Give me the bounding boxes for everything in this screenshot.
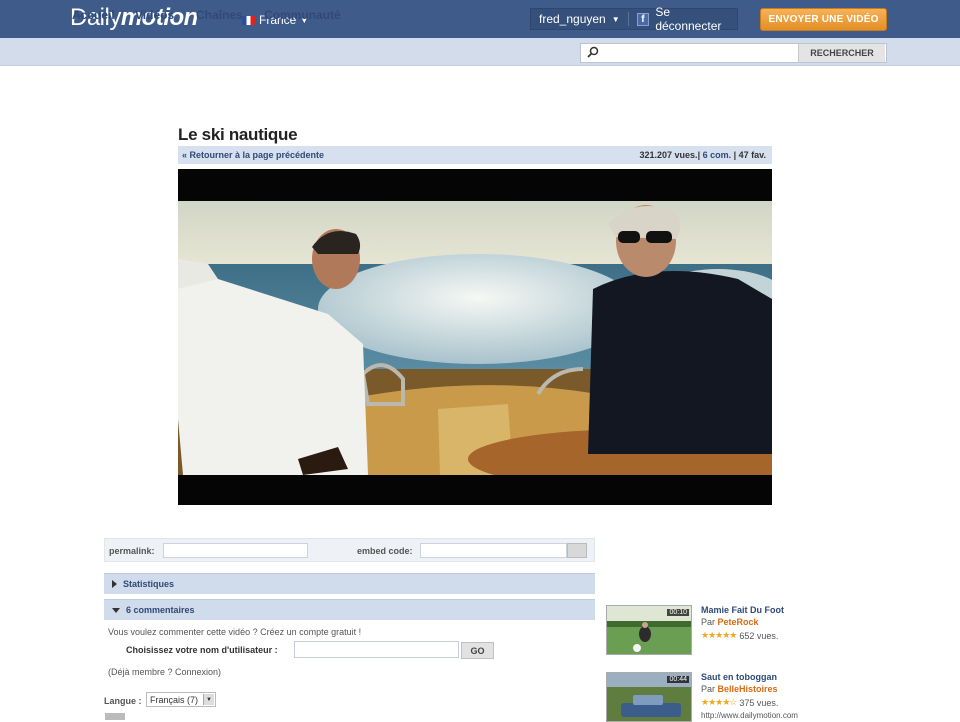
related-rating: ★★★★★ 652 vues. [701, 630, 778, 641]
user-menu[interactable]: fred_nguyen ▼ [531, 12, 620, 26]
rating-stars-icon: ★★★★★ [701, 630, 737, 640]
comments-count[interactable]: 6 com. [703, 150, 732, 160]
chevron-down-icon: ▼ [203, 694, 214, 705]
username-input[interactable] [294, 641, 459, 658]
comment-prompt: Vous voulez commenter cette vidéo ? Crée… [108, 627, 362, 637]
embed-label: embed code: [357, 546, 413, 556]
username: fred_nguyen [539, 12, 606, 26]
language-label: Langue : [104, 696, 142, 706]
nav-community[interactable]: Communauté [264, 8, 341, 22]
permalink-field[interactable] [163, 543, 308, 558]
collapse-icon [112, 607, 120, 613]
related-thumbnail[interactable]: 00:44 [606, 672, 692, 722]
search-icon [587, 46, 599, 58]
logout-link[interactable]: f Se déconnecter [636, 5, 737, 33]
video-info-bar: « Retourner à la page précédente 321.207… [178, 146, 772, 164]
duration-badge: 00:44 [667, 676, 689, 683]
comments-label: 6 commentaires [126, 605, 195, 615]
related-title[interactable]: Saut en toboggan [701, 672, 777, 682]
favorites-count: 47 fav. [738, 150, 766, 160]
nav-videos[interactable]: Vidéos [135, 8, 174, 22]
logout-label: Se déconnecter [655, 5, 722, 33]
video-player[interactable] [178, 169, 808, 505]
username-label: Choisissez votre nom d'utilisateur : [126, 645, 278, 655]
by-prefix: Par [701, 684, 718, 694]
views-count: 321.207 vues. [639, 150, 698, 160]
user-box: fred_nguyen ▼ f Se déconnecter [530, 5, 738, 33]
related-votes: 652 vues. [739, 630, 779, 641]
copy-icon[interactable] [567, 543, 587, 558]
video-frame [178, 169, 808, 505]
related-byline: Par BelleHistoires [701, 684, 778, 694]
flag-icon [105, 713, 125, 720]
france-flag-icon [242, 15, 255, 25]
upload-video-button[interactable]: ENVOYER UNE VIDÉO [760, 8, 887, 31]
language-selected: Français (7) [150, 694, 199, 705]
nav-channels[interactable]: Chaînes [196, 8, 243, 22]
video-title: Le ski nautique [178, 125, 298, 144]
chevron-down-icon: ▼ [611, 14, 620, 24]
video-stats: 321.207 vues.| 6 com. | 47 fav. [639, 150, 767, 160]
related-title[interactable]: Mamie Fait Du Foot [701, 605, 784, 615]
permalink-label: permalink: [109, 546, 155, 556]
back-link[interactable]: « Retourner à la page précédente [182, 150, 324, 160]
rating-stars-icon: ★★★★☆ [701, 697, 737, 707]
duration-badge: 00:10 [667, 609, 689, 616]
related-author[interactable]: PeteRock [718, 617, 759, 627]
nav-home[interactable]: Accueil [72, 8, 115, 22]
search-button[interactable]: RECHERCHER [798, 44, 885, 62]
expand-icon [112, 580, 117, 588]
divider [627, 12, 629, 26]
statistics-label: Statistiques [123, 579, 175, 589]
related-thumbnail[interactable]: 00:10 [606, 605, 692, 655]
language-select[interactable]: Français (7) ▼ [146, 692, 216, 707]
related-votes: 375 vues. [739, 697, 779, 708]
related-byline: Par PeteRock [701, 617, 759, 627]
share-bar: permalink: embed code: [104, 538, 595, 562]
facebook-icon: f [636, 12, 650, 26]
statistics-section[interactable]: Statistiques [104, 573, 595, 594]
member-login-line[interactable]: (Déjà membre ? Connexion) [108, 667, 221, 677]
embed-code-field[interactable] [420, 543, 567, 558]
related-author[interactable]: BelleHistoires [718, 684, 778, 694]
by-prefix: Par [701, 617, 718, 627]
comments-section[interactable]: 6 commentaires [104, 599, 595, 620]
related-rating: ★★★★☆ 375 vues. [701, 697, 778, 708]
go-button[interactable]: GO [461, 642, 494, 659]
footer-url[interactable]: http://www.dailymotion.com [701, 711, 798, 720]
